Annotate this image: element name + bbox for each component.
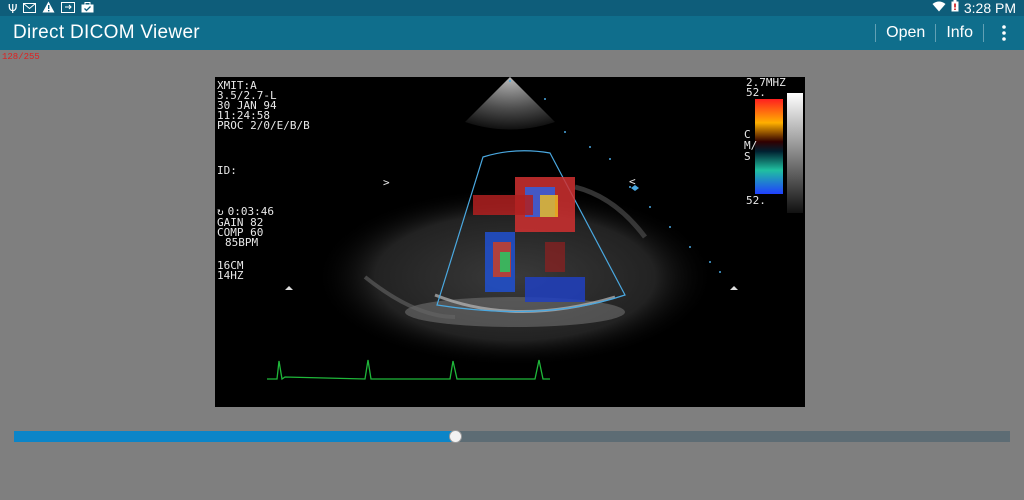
battery-low-icon xyxy=(951,0,959,17)
dicom-image[interactable]: XMIT:A 3.5/2.7-L 30 JAN 94 11:24:58 PROC… xyxy=(215,77,805,407)
usb-icon: Ψ xyxy=(8,1,18,16)
app-title: Direct DICOM Viewer xyxy=(13,22,200,43)
velocity-scale-top: 52. xyxy=(746,86,766,99)
open-button[interactable]: Open xyxy=(876,16,935,50)
briefcase-check-icon xyxy=(81,1,94,16)
proc-label: PROC 2/0/E/B/B xyxy=(217,119,310,132)
clock: 3:28 PM xyxy=(963,0,1016,16)
patient-id-label: ID: xyxy=(217,164,237,177)
velocity-color-bar xyxy=(755,99,783,194)
warning-icon xyxy=(42,1,55,16)
velocity-unit-label: CM/S xyxy=(744,128,758,163)
focus-marker-right xyxy=(730,286,738,290)
frame-counter: 128/255 xyxy=(2,52,40,62)
action-buttons: Open Info xyxy=(875,16,1024,50)
velocity-scale-bottom: 52. xyxy=(746,194,766,207)
frame-rate-label: 14HZ xyxy=(217,269,244,282)
action-bar: Direct DICOM Viewer Open Info xyxy=(0,16,1024,50)
screen-cast-icon xyxy=(61,1,76,16)
slider-thumb[interactable] xyxy=(449,430,463,443)
grayscale-bar xyxy=(787,93,803,213)
heart-rate-label: 85BPM xyxy=(225,236,259,249)
sector-apex xyxy=(465,77,555,130)
gmail-icon xyxy=(23,2,37,16)
system-icons: 3:28 PM xyxy=(932,0,1016,16)
focus-marker-left xyxy=(285,286,293,290)
notification-icons: Ψ xyxy=(8,1,94,16)
status-bar: Ψ 3:28 PM xyxy=(0,0,1024,16)
info-button[interactable]: Info xyxy=(936,16,983,50)
wifi-icon xyxy=(932,0,946,17)
more-vertical-icon[interactable] xyxy=(984,16,1024,50)
left-arrow-marker: > xyxy=(383,176,390,189)
right-arrow-marker: < xyxy=(629,175,636,188)
frame-slider[interactable] xyxy=(14,430,1010,443)
slider-progress xyxy=(14,431,456,442)
